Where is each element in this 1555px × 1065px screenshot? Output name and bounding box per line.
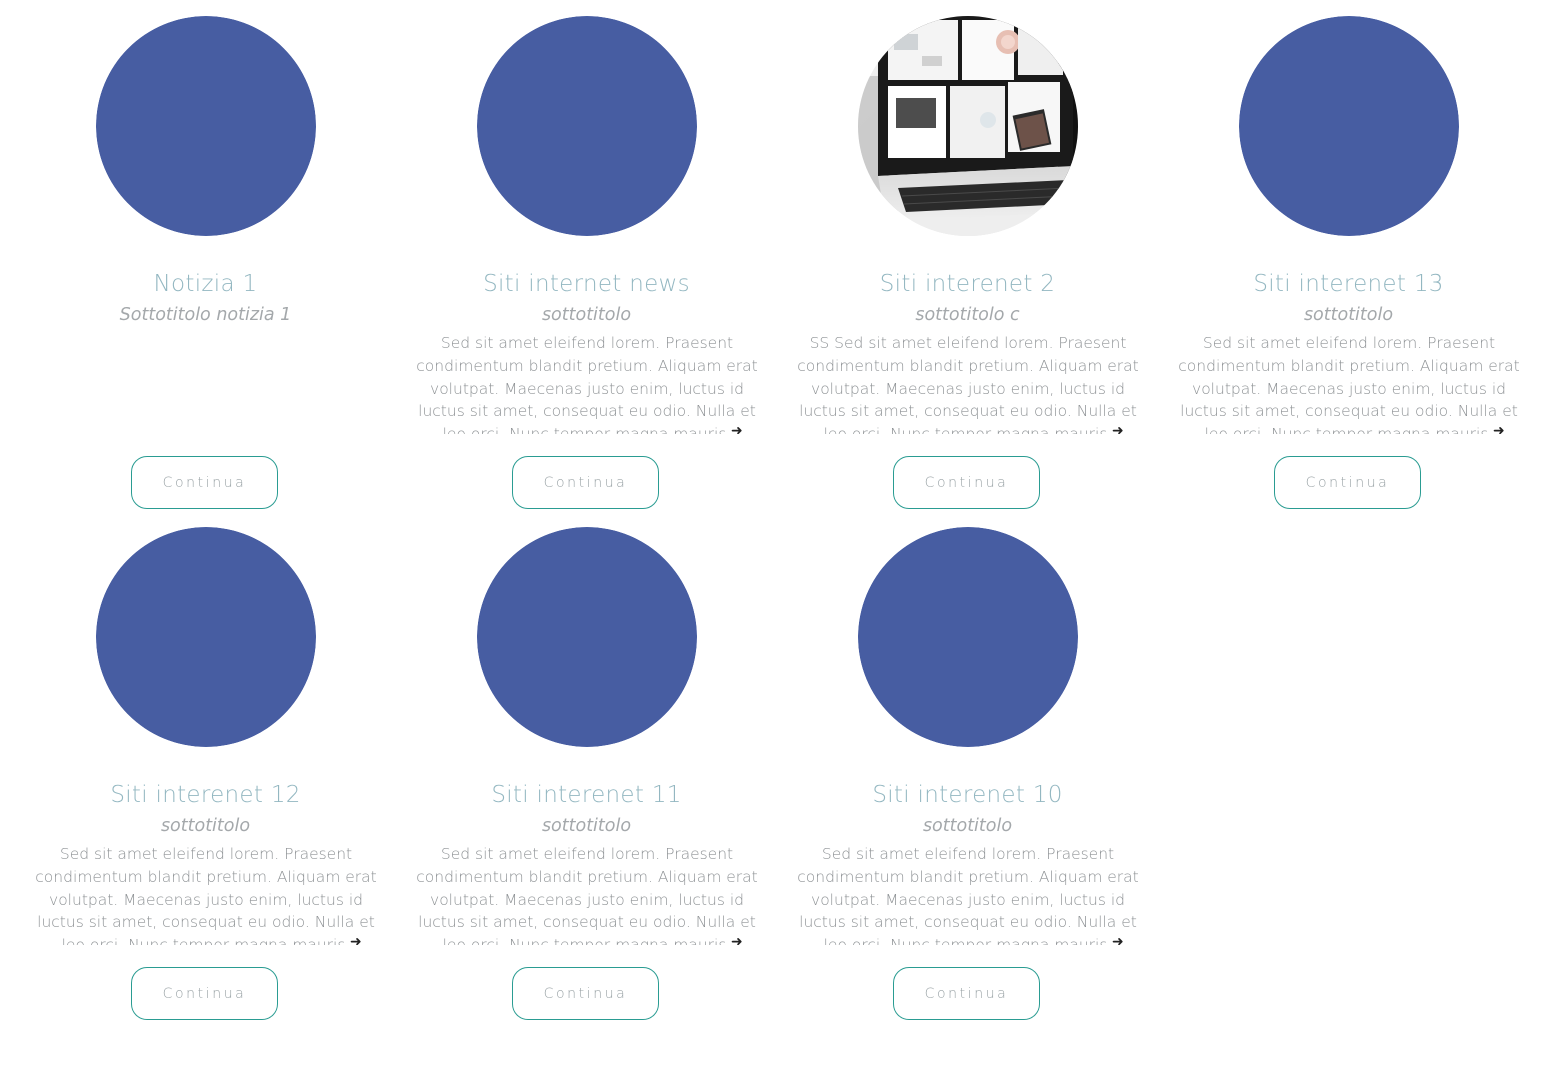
news-excerpt: SS Sed sit amet eleifend lorem. Praesent… (797, 334, 1139, 434)
news-title[interactable]: Siti interenet 2 (777, 268, 1158, 300)
continue-button[interactable]: Continua (131, 456, 278, 509)
news-excerpt: Sed sit amet eleifend lorem. Praesent co… (1178, 334, 1520, 434)
news-card: Siti interenet 10 sottotitolo Sed sit am… (777, 527, 1158, 1038)
news-excerpt: Sed sit amet eleifend lorem. Praesent co… (35, 845, 377, 945)
news-subtitle: sottotitolo (541, 816, 632, 836)
arrow-right-icon: ➜ (1493, 427, 1509, 434)
news-thumbnail[interactable] (477, 527, 697, 747)
news-title[interactable]: Siti internet news (396, 268, 777, 300)
laptop-photo-image (858, 16, 1078, 236)
placeholder-circle-image (1239, 16, 1459, 236)
news-title[interactable]: Siti interenet 13 (1158, 268, 1539, 300)
news-thumbnail[interactable] (1239, 16, 1459, 236)
news-title[interactable]: Siti interenet 12 (15, 779, 396, 811)
news-excerpt: Sed sit amet eleifend lorem. Praesent co… (416, 334, 758, 434)
placeholder-circle-image (858, 527, 1078, 747)
placeholder-circle-image (96, 16, 316, 236)
news-card: Siti interenet 2 sottotitolo c SS Sed si… (777, 16, 1158, 527)
continue-button[interactable]: Continua (131, 967, 278, 1020)
news-subtitle: sottotitolo (541, 305, 632, 325)
news-title[interactable]: Siti interenet 10 (777, 779, 1158, 811)
placeholder-circle-image (477, 16, 697, 236)
continue-button[interactable]: Continua (512, 456, 659, 509)
continue-button[interactable]: Continua (893, 967, 1040, 1020)
arrow-right-icon: ➜ (1112, 938, 1128, 945)
news-thumbnail[interactable] (477, 16, 697, 236)
news-card: Notizia 1 Sottotitolo notizia 1 Continua (15, 16, 396, 527)
news-excerpt: Sed sit amet eleifend lorem. Praesent co… (416, 845, 758, 945)
news-card: Siti interenet 13 sottotitolo Sed sit am… (1158, 16, 1539, 527)
news-subtitle: sottotitolo (1303, 305, 1394, 325)
placeholder-circle-image (477, 527, 697, 747)
news-card: Siti internet news sottotitolo Sed sit a… (396, 16, 777, 527)
continue-button[interactable]: Continua (1274, 456, 1421, 509)
continue-button[interactable]: Continua (893, 456, 1040, 509)
placeholder-circle-image (96, 527, 316, 747)
news-card: Siti interenet 11 sottotitolo Sed sit am… (396, 527, 777, 1038)
arrow-right-icon: ➜ (731, 938, 747, 945)
news-title[interactable]: Siti interenet 11 (396, 779, 777, 811)
news-grid: Notizia 1 Sottotitolo notizia 1 Continua… (15, 16, 1539, 1038)
news-thumbnail[interactable] (96, 527, 316, 747)
news-thumbnail[interactable] (858, 527, 1078, 747)
news-title[interactable]: Notizia 1 (15, 268, 396, 300)
news-subtitle: Sottotitolo notizia 1 (119, 305, 292, 325)
arrow-right-icon: ➜ (731, 427, 747, 434)
news-thumbnail[interactable] (96, 16, 316, 236)
news-subtitle: sottotitolo (922, 816, 1013, 836)
news-thumbnail[interactable] (858, 16, 1078, 236)
news-card: Siti interenet 12 sottotitolo Sed sit am… (15, 527, 396, 1038)
news-subtitle: sottotitolo c (915, 305, 1020, 325)
news-subtitle: sottotitolo (160, 816, 251, 836)
arrow-right-icon: ➜ (350, 938, 366, 945)
news-excerpt: Sed sit amet eleifend lorem. Praesent co… (797, 845, 1139, 945)
arrow-right-icon: ➜ (1112, 427, 1128, 434)
continue-button[interactable]: Continua (512, 967, 659, 1020)
